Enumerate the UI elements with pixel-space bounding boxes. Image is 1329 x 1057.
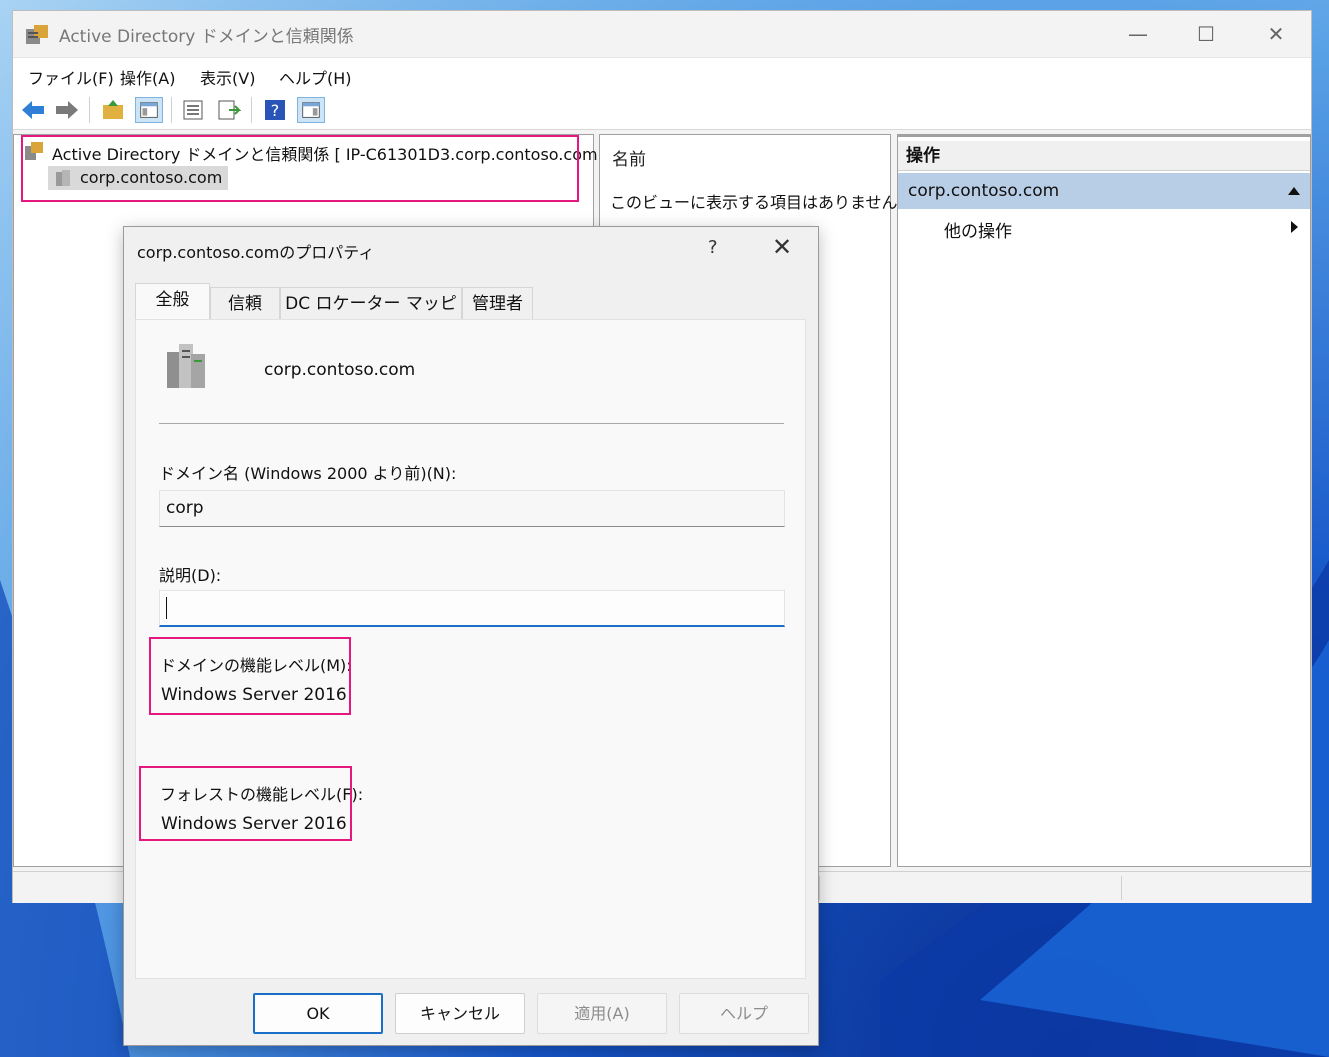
back-arrow-icon[interactable] [19,97,47,123]
actions-group-label: corp.contoso.com [908,181,1060,201]
tab-dc-locator-mapping[interactable]: DC ロケーター マッピング [280,287,462,346]
show-hide-tree-icon[interactable] [135,97,163,123]
domain-name-display: corp.contoso.com [264,360,416,380]
description-input[interactable] [159,590,785,627]
action-more-actions[interactable]: 他の操作 [944,217,1012,242]
cancel-button[interactable]: キャンセル [395,993,525,1034]
properties-icon[interactable] [179,97,207,123]
menu-file[interactable]: ファイル(F) [28,65,114,89]
submenu-arrow-icon [1291,221,1298,233]
status-separator [1121,876,1122,900]
apply-button[interactable]: 適用(A) [537,993,667,1034]
close-button[interactable]: ✕ [1253,19,1299,49]
tab-general[interactable]: 全般 [135,283,210,321]
up-folder-icon[interactable] [99,97,127,123]
toolbar-separator [251,97,252,123]
divider [159,423,784,424]
toolbar-separator [89,97,90,123]
server-domain-icon [167,344,205,388]
dialog-title: corp.contoso.comのプロパティ [137,243,375,262]
dialog-close-button[interactable]: ✕ [772,233,792,261]
collapse-up-icon[interactable] [1288,187,1300,195]
maximize-button[interactable]: ☐ [1183,19,1229,49]
text-caret [166,597,167,619]
highlight-box-forest-level [139,766,352,841]
column-header-name[interactable]: 名前 [612,145,646,170]
status-separator [819,876,820,900]
empty-list-message: このビューに表示する項目はありません。 [610,193,914,212]
ad-domains-icon [26,25,48,44]
help-icon[interactable]: ? [261,97,289,123]
highlight-box-domain-level [149,637,351,715]
actions-pane: 操作 corp.contoso.com 他の操作 [897,134,1311,867]
highlight-box-tree [21,135,579,202]
ok-button[interactable]: OK [253,993,383,1034]
menu-bar: ファイル(F) 操作(A) 表示(V) ヘルプ(H) [13,57,1311,92]
tab-trusts[interactable]: 信頼 [210,287,280,319]
toolbar-separator [171,97,172,123]
menu-action[interactable]: 操作(A) [120,65,175,89]
actions-group-domain[interactable]: corp.contoso.com [898,173,1310,209]
forward-arrow-icon[interactable] [53,97,81,123]
netbios-name-field[interactable]: corp [159,490,785,527]
svg-text:?: ? [271,101,280,120]
dialog-help-button[interactable]: ? [708,237,718,258]
netbios-name-label: ドメイン名 (Windows 2000 より前)(N): [159,464,457,483]
title-bar: Active Directory ドメインと信頼関係 — ☐ ✕ [13,11,1311,57]
tab-managed-by[interactable]: 管理者 [462,287,533,319]
actions-header: 操作 [898,141,1310,171]
menu-help[interactable]: ヘルプ(H) [279,65,352,89]
menu-view[interactable]: 表示(V) [200,65,255,89]
minimize-button[interactable]: — [1115,19,1161,49]
window-title: Active Directory ドメインと信頼関係 [59,27,354,47]
export-list-icon[interactable] [215,97,243,123]
description-label: 説明(D): [159,566,222,585]
show-hide-action-pane-icon[interactable] [297,97,325,123]
properties-dialog: corp.contoso.comのプロパティ ? ✕ 全般 信頼 DC ロケータ… [123,226,819,1046]
toolbar: ? [13,91,1311,130]
help-button[interactable]: ヘルプ [679,993,809,1034]
